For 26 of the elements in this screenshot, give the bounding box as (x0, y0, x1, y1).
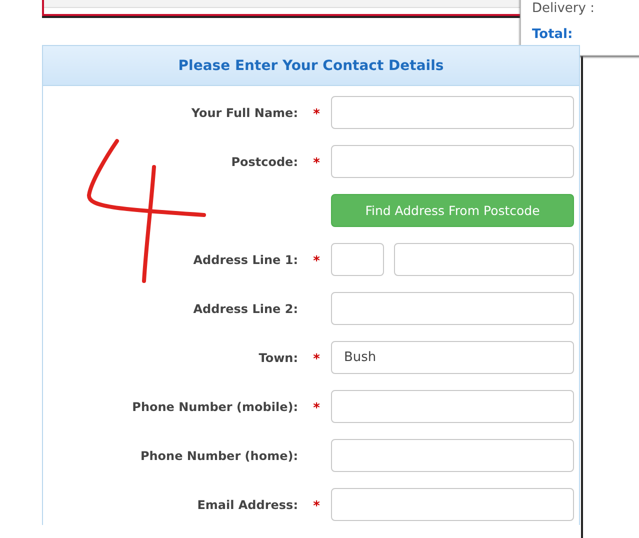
field-label: Email Address: (196, 498, 298, 512)
total-label: Total: (532, 27, 574, 43)
required-mark: * (313, 254, 320, 268)
field-label: Town: (258, 350, 298, 364)
field-label: Phone Number (home): (139, 448, 298, 462)
required-mark: * (313, 106, 320, 122)
panel-header: Please Enter Your Contact Details (43, 46, 579, 86)
field-label: Your Full Name: (190, 106, 298, 120)
field-label: Address Line 2: (192, 302, 298, 316)
input-field[interactable] (331, 96, 574, 129)
delivery-label: Delivery : (532, 1, 596, 17)
input-field[interactable]: Bush (331, 341, 574, 374)
required-mark: * (313, 498, 320, 514)
field-label: Address Line 1: (192, 252, 298, 266)
input-field[interactable] (331, 439, 574, 472)
input-field[interactable] (331, 390, 574, 423)
required-mark: * (313, 156, 320, 170)
field-label: Postcode: (230, 154, 298, 168)
field-label: Phone Number (mobile): (131, 400, 298, 414)
required-mark: * (313, 400, 320, 416)
input-field[interactable] (331, 145, 574, 178)
input-field[interactable] (331, 292, 574, 325)
required-mark: * (313, 352, 320, 366)
input-field[interactable] (331, 488, 574, 521)
input-field[interactable] (331, 243, 384, 276)
input-field[interactable] (394, 243, 574, 276)
